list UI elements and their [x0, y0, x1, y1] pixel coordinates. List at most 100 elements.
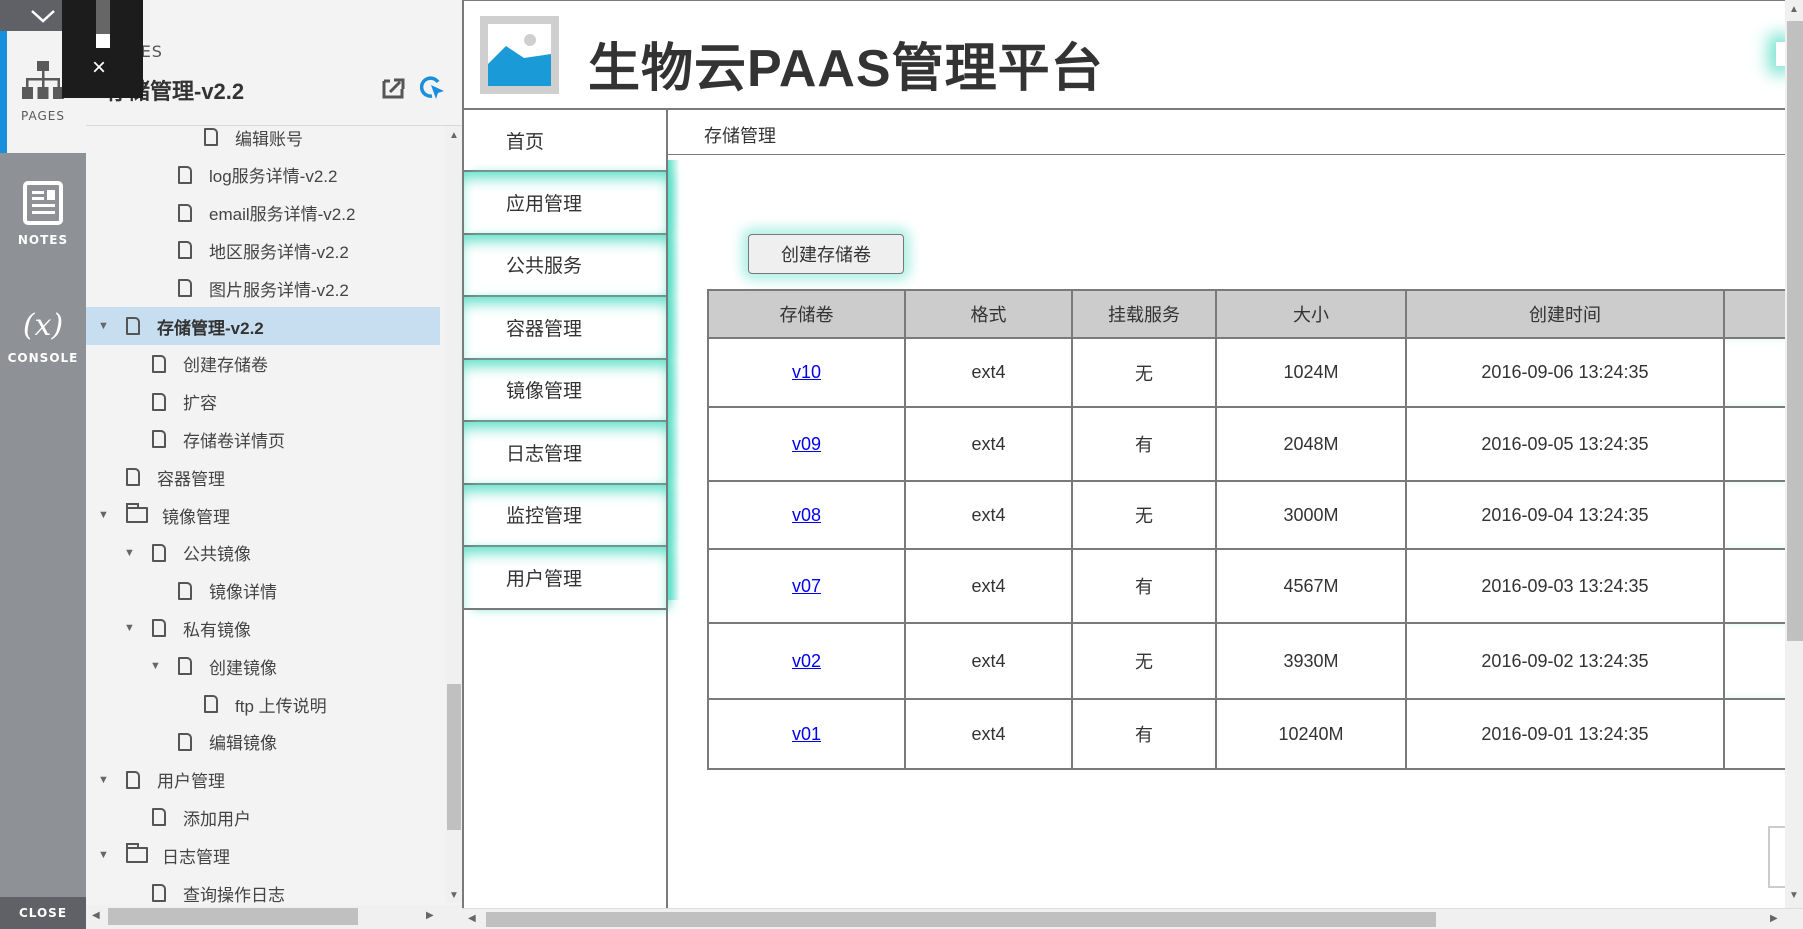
scroll-down-arrow-icon[interactable]: ▼	[449, 890, 459, 901]
scroll-down-arrow-icon[interactable]: ▼	[1789, 890, 1799, 901]
cell-created: 2016-09-02 13:24:35	[1405, 622, 1725, 700]
table-row: v09 ext4 有 2048M 2016-09-05 13:24:35	[707, 406, 1803, 482]
cell-name: v08	[707, 480, 906, 550]
table-row: v07 ext4 有 4567M 2016-09-03 13:24:35	[707, 548, 1803, 624]
tree-item[interactable]: log服务详情-v2.2	[86, 156, 440, 194]
tree-horizontal-scrollbar[interactable]: ◀ ▶	[86, 905, 462, 929]
page-tree: 编辑账号 log服务详情-v2.2 email服务详情-v2.2 地区服务详情-v2.…	[86, 118, 446, 903]
cell-mounted: 无	[1071, 622, 1217, 700]
cell-created: 2016-09-03 13:24:35	[1405, 548, 1725, 624]
rail-tab-notes[interactable]: NOTES	[0, 153, 86, 275]
pointer-target-icon[interactable]	[420, 76, 446, 100]
tree-item-label: 创建存储卷	[183, 356, 268, 376]
tree-item[interactable]: 扩容	[86, 383, 440, 421]
tree-item-label: 镜像详情	[209, 583, 277, 603]
tree-item[interactable]: 编辑镜像	[86, 723, 440, 761]
table-row: v08 ext4 无 3000M 2016-09-04 13:24:35	[707, 480, 1803, 550]
side-annotation-icon[interactable]	[1776, 42, 1785, 66]
top-border	[464, 0, 1787, 1]
nav-item[interactable]: 公共服务	[464, 234, 666, 297]
tree-item[interactable]: ▼ 私有镜像	[86, 609, 440, 647]
nav-item[interactable]: 监控管理	[464, 484, 666, 547]
rail-tab-console[interactable]: (x) CONSOLE	[0, 275, 86, 397]
column-header: 大小	[1215, 289, 1407, 339]
tree-item[interactable]: email服务详情-v2.2	[86, 194, 440, 232]
nav-item[interactable]: 日志管理	[464, 422, 666, 485]
caret-down-icon[interactable]: ▼	[98, 774, 112, 786]
tree-item[interactable]: ▼ 镜像管理	[86, 496, 440, 534]
tree-item[interactable]: ▼ 日志管理	[86, 836, 440, 874]
scroll-right-arrow-icon[interactable]: ▶	[1770, 913, 1778, 924]
main-vertical-scrollbar[interactable]: ▲ ▼	[1785, 0, 1803, 908]
tree-vertical-scrollbar[interactable]: ▲ ▼	[446, 126, 462, 903]
tree-item[interactable]: 地区服务详情-v2.2	[86, 231, 440, 269]
page-icon	[178, 279, 192, 298]
tree-item[interactable]: 镜像详情	[86, 572, 440, 610]
tree-item-label: 创建镜像	[209, 658, 277, 678]
main-horizontal-scrollbar[interactable]: ◀ ▶	[462, 908, 1803, 929]
tree-item[interactable]: ▼ 存储管理-v2.2	[86, 307, 440, 345]
scroll-up-arrow-icon[interactable]: ▲	[449, 130, 459, 141]
variable-x-icon: (x)	[22, 307, 64, 343]
caret-down-icon[interactable]: ▼	[124, 622, 138, 634]
tree-item-label: 容器管理	[157, 469, 225, 489]
nav-item[interactable]: 容器管理	[464, 297, 666, 360]
nav-item[interactable]: 首页	[464, 110, 666, 172]
export-icon[interactable]	[382, 77, 406, 99]
volume-link[interactable]: v01	[792, 724, 821, 744]
tree-item[interactable]: 添加用户	[86, 798, 440, 836]
overlay-slider[interactable]	[96, 0, 110, 48]
close-button[interactable]: CLOSE	[0, 897, 86, 929]
scroll-up-arrow-icon[interactable]: ▲	[1789, 4, 1799, 15]
scroll-right-arrow-icon[interactable]: ▶	[426, 910, 434, 921]
tree-item[interactable]: 容器管理	[86, 458, 440, 496]
prototype-canvas: 生物云PAAS管理平台 首页 应用管理 公共服务 容器管理 镜像管理 日志管理 监控管理 用户…	[462, 0, 1803, 908]
column-header: 格式	[904, 289, 1073, 339]
cell-format: ext4	[904, 337, 1073, 408]
volume-link[interactable]: v02	[792, 651, 821, 671]
tree-item[interactable]: ▼ 公共镜像	[86, 534, 440, 572]
volume-link[interactable]: v10	[792, 362, 821, 382]
tree-item[interactable]: 创建存储卷	[86, 345, 440, 383]
tree-item[interactable]: 存储卷详情页	[86, 420, 440, 458]
tree-item[interactable]: ftp 上传说明	[86, 685, 440, 723]
caret-down-icon[interactable]: ▼	[98, 509, 112, 521]
tree-item-label: 查询操作日志	[183, 885, 285, 904]
close-icon[interactable]: ×	[92, 56, 106, 80]
scroll-left-arrow-icon[interactable]: ◀	[92, 910, 100, 921]
scroll-left-arrow-icon[interactable]: ◀	[468, 913, 476, 924]
nav-item[interactable]: 镜像管理	[464, 359, 666, 422]
cell-name: v01	[707, 698, 906, 770]
tree-item[interactable]: 查询操作日志	[86, 874, 440, 903]
tree-item[interactable]: ▼ 用户管理	[86, 761, 440, 799]
volume-link[interactable]: v09	[792, 434, 821, 454]
scrollbar-thumb[interactable]	[1787, 21, 1803, 641]
volume-link[interactable]: v08	[792, 505, 821, 525]
tree-item-label: 私有镜像	[183, 620, 251, 640]
rail-tab-label: CONSOLE	[7, 350, 79, 365]
tree-item[interactable]: 图片服务详情-v2.2	[86, 269, 440, 307]
scrollbar-thumb[interactable]	[486, 912, 1436, 927]
nav-item[interactable]: 应用管理	[464, 172, 666, 235]
cell-name: v10	[707, 337, 906, 408]
tree-item[interactable]: 编辑账号	[86, 118, 440, 156]
scrollbar-thumb[interactable]	[108, 908, 358, 925]
caret-down-icon[interactable]: ▼	[98, 849, 112, 861]
tree-item-label: 镜像管理	[162, 507, 230, 527]
nav-item[interactable]: 用户管理	[464, 547, 666, 610]
tree-item-label: 地区服务详情-v2.2	[209, 242, 349, 262]
cell-mounted: 有	[1071, 406, 1217, 482]
caret-down-icon[interactable]: ▼	[150, 660, 164, 672]
scrollbar-thumb[interactable]	[447, 684, 461, 830]
caret-down-icon[interactable]: ▼	[124, 547, 138, 559]
cell-size: 3000M	[1215, 480, 1407, 550]
tree-item-label: log服务详情-v2.2	[209, 167, 338, 187]
cell-mounted: 无	[1071, 480, 1217, 550]
volume-link[interactable]: v07	[792, 576, 821, 596]
caret-down-icon[interactable]: ▼	[98, 320, 112, 332]
nav-divider	[666, 110, 668, 908]
create-volume-button[interactable]: 创建存储卷	[748, 234, 904, 274]
tree-item[interactable]: ▼ 创建镜像	[86, 647, 440, 685]
tree-item-label: 添加用户	[183, 809, 251, 829]
page-icon	[178, 203, 192, 222]
